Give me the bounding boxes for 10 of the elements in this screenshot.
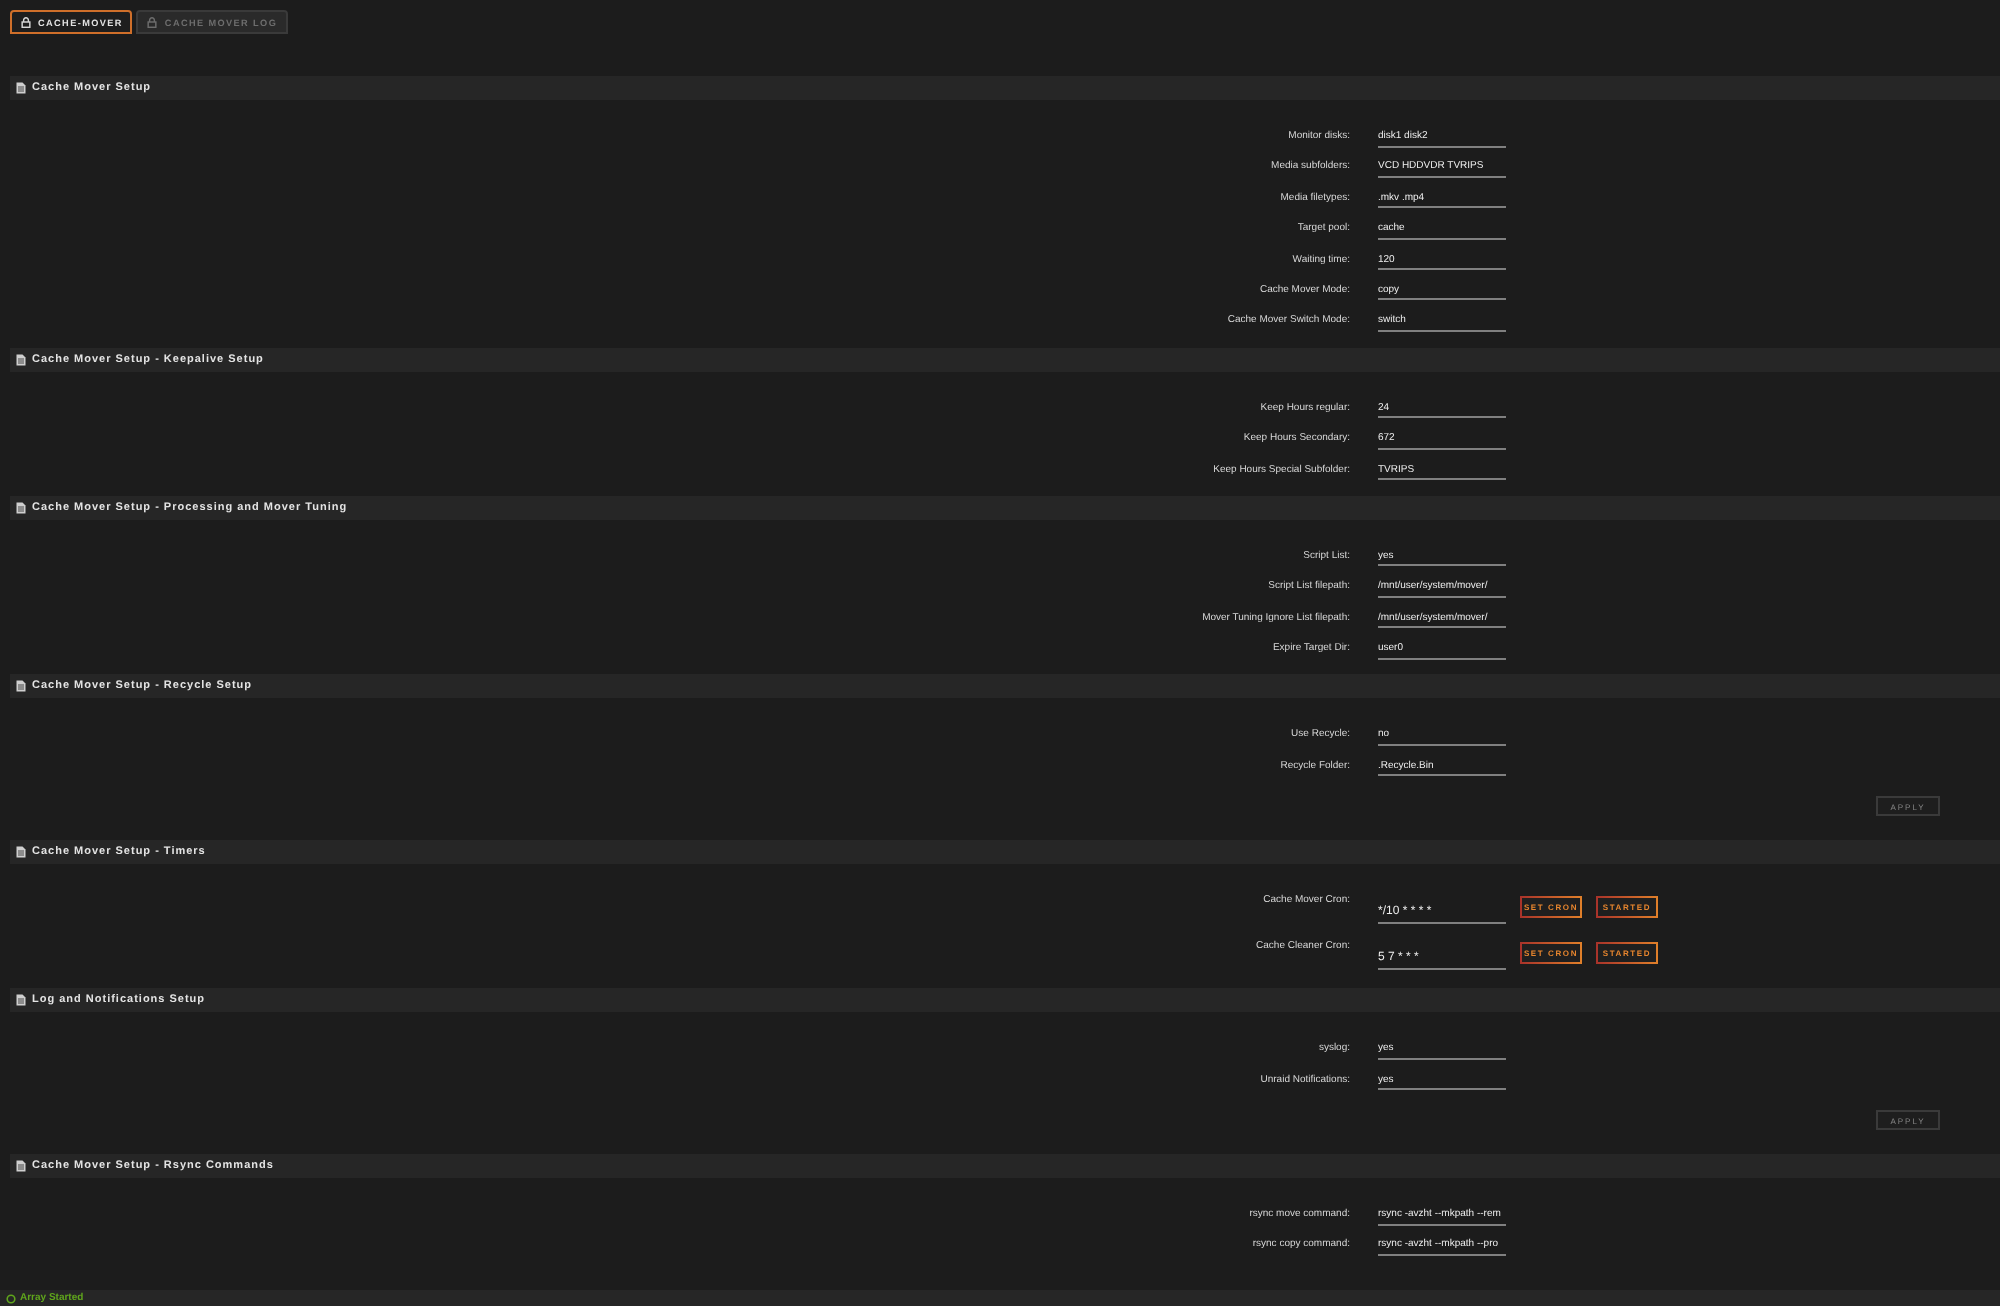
document-icon (16, 1160, 26, 1173)
document-icon (16, 846, 26, 859)
padlock-icon (146, 16, 159, 28)
padlock-icon (20, 16, 32, 28)
document-icon (16, 501, 26, 514)
document-icon (16, 994, 26, 1007)
document-icon (16, 353, 26, 366)
document-icon (16, 82, 26, 94)
document-icon (16, 680, 26, 693)
ring-icon (6, 1293, 16, 1303)
